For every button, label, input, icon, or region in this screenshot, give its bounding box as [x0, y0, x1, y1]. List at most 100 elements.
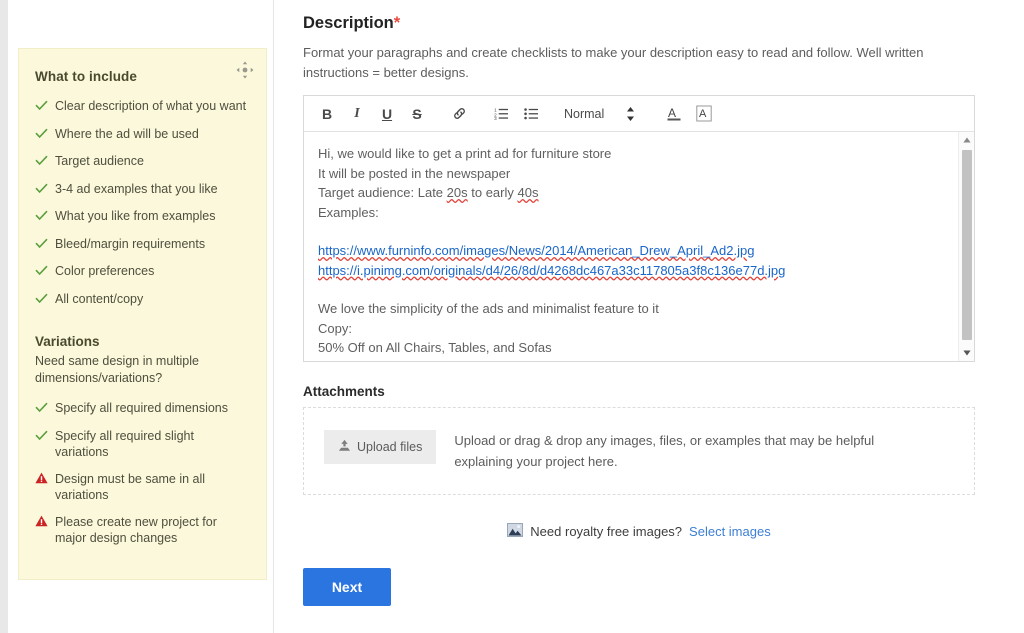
editor-link-line: https://i.pinimg.com/originals/d4/26/8d/… — [318, 261, 946, 281]
sidebar-variations-question: Need same design in multiple dimensions/… — [35, 354, 199, 385]
editor-line: Target audience: Late 20s to early 40s — [318, 183, 946, 203]
warning-icon — [35, 514, 55, 532]
editor-line: 50% Off on All Chairs, Tables, and Sofas — [318, 340, 552, 355]
sidebar-variations-title: Variations — [35, 334, 100, 349]
editor-blank-line — [318, 222, 946, 241]
list-item: 3-4 ad examples that you like — [35, 181, 250, 199]
page-root: What to include Clear description of wha… — [0, 0, 1024, 633]
editor-toolbar: B I U S 1 2 3 Normal A A — [304, 96, 974, 132]
scroll-down-arrow-icon[interactable] — [959, 345, 974, 361]
required-asterisk: * — [393, 14, 401, 32]
list-item-label: Color preferences — [55, 264, 155, 278]
page-title: Description* — [303, 14, 1003, 33]
editor-line: Hi, we would like to get a print ad for … — [318, 146, 612, 161]
editor-blank-line — [318, 280, 946, 299]
editor-link-line: https://www.furninfo.com/images/News/201… — [318, 241, 946, 261]
list-item: Target audience — [35, 153, 250, 171]
list-item-label: Where the ad will be used — [55, 126, 199, 141]
list-item-label: Clear description of what you want — [55, 99, 247, 113]
list-item: Specify all required slight variations — [35, 428, 250, 461]
bold-button[interactable]: B — [314, 101, 340, 127]
royalty-images-row: Need royalty free images? Select images — [303, 523, 975, 540]
bullet-list-icon[interactable] — [518, 101, 544, 127]
attachments-title: Attachments — [303, 384, 385, 399]
link-icon[interactable] — [446, 101, 472, 127]
list-item: Color preferences — [35, 263, 250, 281]
description-textarea[interactable]: Hi, we would like to get a print ad for … — [304, 132, 960, 361]
check-icon — [35, 291, 55, 309]
list-item-label: Design must be same in all variations — [55, 471, 206, 503]
attachments-help-text: Upload or drag & drop any images, files,… — [454, 433, 875, 469]
list-item: Specify all required dimensions — [35, 400, 250, 418]
list-item: Please create new project for major desi… — [35, 514, 250, 547]
misspelled-word: 40s — [517, 185, 539, 200]
check-icon — [35, 126, 55, 144]
description-panel: Description* Format your paragraphs and … — [303, 0, 1003, 606]
up-down-arrows-icon[interactable] — [626, 106, 635, 122]
tips-sidebar: What to include Clear description of wha… — [18, 48, 267, 580]
check-icon — [35, 263, 55, 281]
svg-text:3: 3 — [494, 116, 497, 120]
svg-text:A: A — [668, 106, 676, 120]
include-list: Clear description of what you want Where… — [35, 98, 250, 308]
check-icon — [35, 181, 55, 199]
underline-button[interactable]: U — [374, 101, 400, 127]
editor-line-prefix: Target audience: Late — [318, 185, 447, 200]
list-item-label: What you like from examples — [55, 209, 216, 223]
list-item: Clear description of what you want — [35, 98, 250, 116]
list-item: Bleed/margin requirements — [35, 236, 250, 254]
format-select-value: Normal — [564, 106, 605, 121]
editor-line-mid: to early — [467, 185, 518, 200]
format-select[interactable]: Normal — [564, 107, 604, 121]
editor-url-link[interactable]: https://i.pinimg.com/originals/d4/26/8d/… — [318, 263, 785, 278]
editor-line: Copy: — [318, 320, 352, 336]
italic-button[interactable]: I — [344, 101, 370, 127]
check-icon — [35, 208, 55, 226]
column-divider — [273, 0, 274, 633]
editor-url-link[interactable]: https://www.furninfo.com/images/News/201… — [318, 243, 754, 258]
check-icon — [35, 236, 55, 254]
image-icon — [507, 523, 524, 540]
sidebar-include-title: What to include — [35, 69, 137, 84]
select-images-link[interactable]: Select images — [689, 524, 771, 539]
list-item-label: 3-4 ad examples that you like — [55, 181, 218, 196]
upload-files-button[interactable]: Upload files — [324, 430, 437, 464]
check-icon — [35, 428, 55, 446]
move-handle-icon[interactable] — [236, 61, 254, 79]
check-icon — [35, 98, 55, 116]
upload-icon — [338, 439, 351, 455]
list-item: All content/copy — [35, 291, 250, 309]
list-item-label: Please create new project for major desi… — [55, 514, 217, 546]
editor-scrollbar[interactable] — [958, 132, 974, 361]
ordered-list-icon[interactable]: 1 2 3 — [488, 101, 514, 127]
attachments-dropzone[interactable]: Upload files Upload or drag & drop any i… — [303, 407, 975, 495]
list-item-label: Bleed/margin requirements — [55, 236, 206, 251]
list-item-label: Specify all required slight variations — [55, 428, 194, 460]
list-item: What you like from examples — [35, 208, 250, 226]
variations-list: Specify all required dimensions Specify … — [35, 400, 250, 547]
editor-body-wrapper: Hi, we would like to get a print ad for … — [304, 132, 974, 361]
check-icon — [35, 153, 55, 171]
list-item: Where the ad will be used — [35, 126, 250, 144]
description-help-text: Format your paragraphs and create checkl… — [303, 45, 924, 80]
check-icon — [35, 400, 55, 418]
next-button[interactable]: Next — [303, 568, 391, 606]
scrollbar-thumb[interactable] — [962, 150, 972, 340]
highlight-color-icon[interactable]: A — [691, 101, 717, 127]
editor-line: It will be posted in the newspaper — [318, 165, 511, 181]
royalty-text: Need royalty free images? — [530, 524, 683, 539]
list-item-label: Specify all required dimensions — [55, 401, 229, 415]
upload-files-label: Upload files — [357, 440, 423, 454]
list-item-label: All content/copy — [55, 291, 144, 306]
editor-line: We love the simplicity of the ads and mi… — [318, 301, 659, 316]
list-item-label: Target audience — [55, 154, 144, 168]
strikethrough-button[interactable]: S — [404, 101, 430, 127]
page-title-text: Description — [303, 14, 394, 32]
scroll-up-arrow-icon[interactable] — [959, 132, 974, 148]
svg-text:A: A — [699, 108, 707, 120]
warning-icon — [35, 471, 55, 489]
text-color-icon[interactable]: A — [661, 101, 687, 127]
list-item: Design must be same in all variations — [35, 471, 250, 504]
editor-line: Examples: — [318, 204, 379, 220]
